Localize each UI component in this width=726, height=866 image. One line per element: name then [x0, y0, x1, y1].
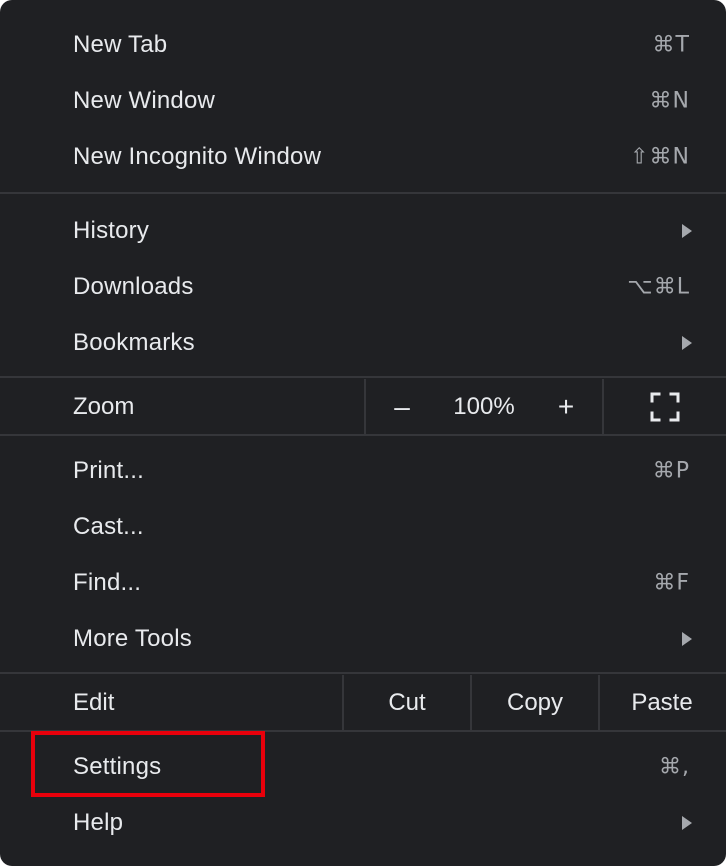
browser-main-menu: New Tab ⌘T New Window ⌘N New Incognito W… — [0, 0, 726, 866]
menu-item-new-window[interactable]: New Window ⌘N — [0, 73, 726, 129]
menu-item-more-tools[interactable]: More Tools — [0, 611, 726, 667]
menu-item-cast[interactable]: Cast... — [0, 499, 726, 555]
zoom-label: Zoom — [73, 393, 135, 420]
menu-item-shortcut: ⇧⌘N — [630, 144, 690, 170]
menu-item-shortcut: ⌘N — [649, 88, 690, 114]
menu-group-navigation: History Downloads ⌥⌘L Bookmarks — [0, 203, 726, 371]
cut-button[interactable]: Cut — [344, 675, 470, 731]
menu-item-new-tab[interactable]: New Tab ⌘T — [0, 17, 726, 73]
menu-item-new-incognito-window[interactable]: New Incognito Window ⇧⌘N — [0, 129, 726, 185]
plus-icon: + — [557, 391, 575, 422]
menu-divider — [0, 376, 726, 378]
menu-group-settings: Settings ⌘, Help — [0, 739, 726, 851]
submenu-arrow-icon — [682, 816, 692, 830]
menu-item-label: History — [73, 217, 150, 244]
menu-item-label: New Incognito Window — [73, 143, 322, 170]
menu-divider — [0, 730, 726, 732]
menu-item-label: Cast... — [73, 513, 144, 540]
menu-item-find[interactable]: Find... ⌘F — [0, 555, 726, 611]
zoom-out-button[interactable]: – — [366, 379, 438, 435]
menu-item-label: Settings — [73, 753, 162, 780]
menu-divider — [0, 434, 726, 436]
menu-item-downloads[interactable]: Downloads ⌥⌘L — [0, 259, 726, 315]
menu-item-shortcut: ⌥⌘L — [627, 274, 690, 300]
menu-item-shortcut: ⌘, — [659, 754, 690, 780]
submenu-arrow-icon — [682, 632, 692, 646]
paste-button[interactable]: Paste — [600, 675, 724, 731]
menu-item-shortcut: ⌘P — [652, 458, 690, 484]
menu-item-bookmarks[interactable]: Bookmarks — [0, 315, 726, 371]
menu-item-label: Downloads — [73, 273, 194, 300]
minus-icon: – — [394, 391, 410, 422]
copy-button[interactable]: Copy — [472, 675, 598, 731]
submenu-arrow-icon — [682, 336, 692, 350]
menu-item-label: Help — [73, 809, 124, 836]
menu-divider — [0, 672, 726, 674]
menu-group-tools: Print... ⌘P Cast... Find... ⌘F More Tool… — [0, 443, 726, 667]
menu-item-help[interactable]: Help — [0, 795, 726, 851]
menu-group-new: New Tab ⌘T New Window ⌘N New Incognito W… — [0, 17, 726, 185]
zoom-in-button[interactable]: + — [530, 379, 602, 435]
menu-item-label: New Tab — [73, 31, 168, 58]
edit-row: Edit Cut Copy Paste — [0, 675, 726, 731]
menu-item-label: New Window — [73, 87, 216, 114]
fullscreen-button[interactable] — [604, 379, 726, 435]
fullscreen-icon — [650, 392, 680, 422]
menu-item-history[interactable]: History — [0, 203, 726, 259]
menu-item-shortcut: ⌘T — [652, 32, 690, 58]
menu-divider — [0, 192, 726, 194]
menu-item-shortcut: ⌘F — [653, 570, 690, 596]
zoom-level: 100% — [453, 393, 515, 420]
submenu-arrow-icon — [682, 224, 692, 238]
edit-label: Edit — [73, 689, 115, 716]
menu-item-settings[interactable]: Settings ⌘, — [0, 739, 726, 795]
menu-item-label: Print... — [73, 457, 144, 484]
menu-item-label: Find... — [73, 569, 142, 596]
zoom-row: Zoom – 100% + — [0, 379, 726, 435]
menu-item-label: Bookmarks — [73, 329, 195, 356]
menu-item-print[interactable]: Print... ⌘P — [0, 443, 726, 499]
menu-item-label: More Tools — [73, 625, 192, 652]
